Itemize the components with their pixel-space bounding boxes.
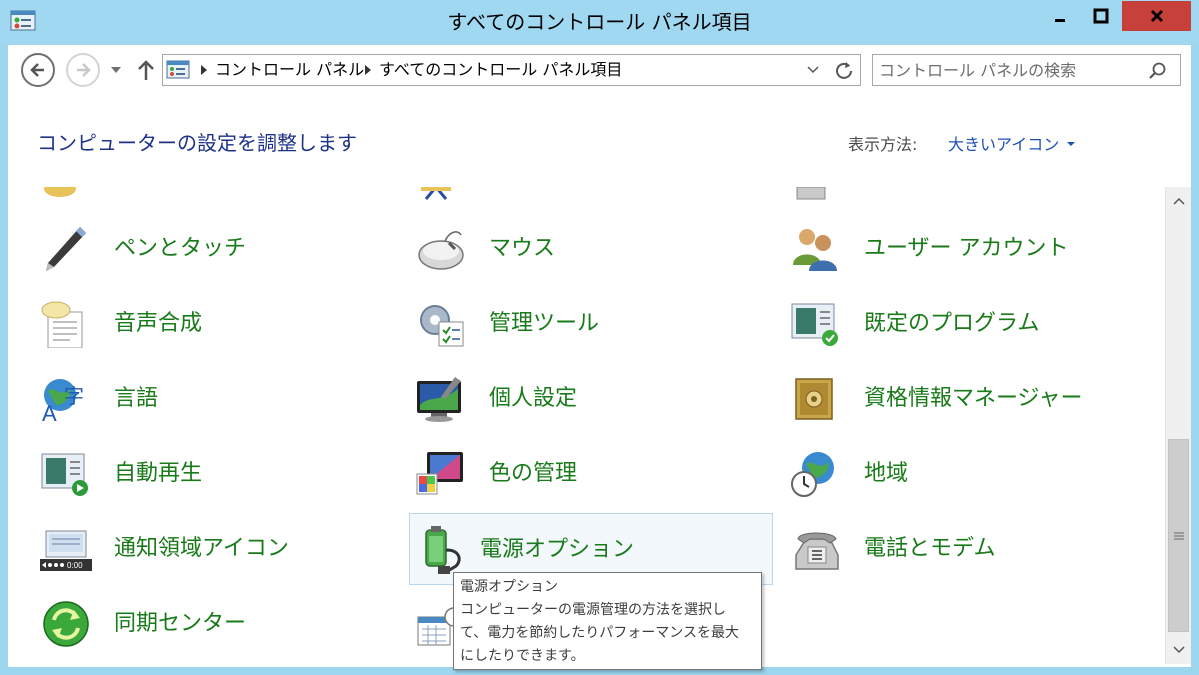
grip-icon <box>1173 532 1184 539</box>
arrow-right-icon <box>77 63 91 77</box>
cp-item-pen-and-touch[interactable]: ペンとタッチ <box>16 213 376 285</box>
cp-item-label[interactable]: 電話とモデム <box>864 513 996 585</box>
credential-manager-icon <box>795 378 833 420</box>
maximize-button[interactable] <box>1081 1 1121 31</box>
cp-item-default-programs[interactable]: 既定のプログラム <box>766 288 1126 360</box>
breadcrumb-separator-icon[interactable] <box>201 65 207 75</box>
cp-item-speech[interactable]: 音声合成 <box>16 288 376 360</box>
autoplay-icon <box>41 453 88 496</box>
partial-item-icon <box>796 187 826 200</box>
caret-down-icon[interactable] <box>1067 142 1076 146</box>
arrow-up-icon <box>138 60 154 80</box>
search-icon[interactable] <box>1148 61 1168 81</box>
tooltip-line: コンピューターの電源管理の方法を選択し <box>460 602 726 618</box>
cp-item-label[interactable]: 音声合成 <box>114 288 202 360</box>
personalization-icon <box>417 377 461 422</box>
breadcrumb-separator-icon[interactable] <box>365 65 371 75</box>
recent-locations-button[interactable] <box>108 61 124 79</box>
page-title: コンピューターの設定を調整します <box>37 131 357 155</box>
tooltip-line: て、電力を節約したりパフォーマンスを最大 <box>460 625 740 641</box>
cp-item-label[interactable]: 資格情報マネージャー <box>864 363 1082 435</box>
cp-item-label[interactable]: 言語 <box>114 363 158 435</box>
cp-item-label[interactable]: 個人設定 <box>489 363 577 435</box>
pen-icon <box>46 227 86 271</box>
cp-item-label[interactable]: 通知領域アイコン <box>114 513 289 585</box>
svg-text:0:00: 0:00 <box>67 561 83 570</box>
partial-item-icon <box>44 187 76 197</box>
power-options-icon <box>425 526 461 574</box>
minimize-icon <box>1055 19 1065 22</box>
cp-item-autoplay[interactable]: 自動再生 <box>16 438 376 510</box>
cp-item-label[interactable]: 地域 <box>864 438 908 510</box>
color-management-icon <box>416 452 463 495</box>
client-area: コントロール パネル すべてのコントロール パネル項目 コンピューターの設定を調… <box>8 45 1191 670</box>
cp-item-label[interactable]: ユーザー アカウント <box>864 213 1069 285</box>
search-box[interactable] <box>872 54 1181 86</box>
tooltip-title: 電源オプション <box>460 579 558 595</box>
scroll-up-button[interactable] <box>1166 187 1192 215</box>
forward-button[interactable] <box>66 53 100 87</box>
partial-item-icon <box>421 187 451 200</box>
tooltip: 電源オプション コンピューターの電源管理の方法を選択し て、電力を節約したりパフ… <box>453 572 762 670</box>
default-programs-icon <box>791 303 838 346</box>
breadcrumb-control-panel[interactable]: コントロール パネル <box>215 55 364 85</box>
scroll-down-button[interactable] <box>1166 636 1192 664</box>
arrow-left-icon <box>30 63 44 77</box>
mouse-icon <box>418 231 464 270</box>
view-by-value[interactable]: 大きいアイコン <box>948 131 1059 155</box>
cp-item-label[interactable]: 既定のプログラム <box>864 288 1039 360</box>
control-panel-icon <box>166 60 190 79</box>
svg-text:A: A <box>42 401 57 423</box>
cp-item-credential-manager[interactable]: 資格情報マネージャー <box>766 363 1126 435</box>
cp-item-phone-and-modem[interactable]: 電話とモデム <box>766 513 1126 585</box>
cp-item-label[interactable]: 管理ツール <box>489 288 599 360</box>
chevron-down-icon <box>111 67 121 73</box>
svg-text:字: 字 <box>64 384 84 408</box>
view-by-dropdown[interactable]: 大きいアイコン <box>948 131 1076 155</box>
cp-item-notification-area-icons[interactable]: 0:00 通知領域アイコン <box>16 513 376 585</box>
title-bar[interactable]: すべてのコントロール パネル項目 <box>0 0 1199 45</box>
cp-item-region[interactable]: 地域 <box>766 438 1126 510</box>
vertical-scrollbar[interactable] <box>1165 187 1191 664</box>
cp-item-mouse[interactable]: マウス <box>391 213 751 285</box>
address-bar[interactable]: コントロール パネル すべてのコントロール パネル項目 <box>162 54 861 86</box>
language-icon: A字 <box>42 379 84 423</box>
tooltip-line: にしたりできます。 <box>460 648 585 664</box>
minimize-button[interactable] <box>1040 1 1080 31</box>
region-icon <box>791 452 834 497</box>
breadcrumb-all-items[interactable]: すべてのコントロール パネル項目 <box>379 55 622 85</box>
users-icon <box>793 229 837 271</box>
window-title: すべてのコントロール パネル項目 <box>447 10 752 34</box>
cp-item-sync-center[interactable]: 同期センター <box>16 588 376 660</box>
cp-item-color-management[interactable]: 色の管理 <box>391 438 751 510</box>
sync-center-icon <box>43 601 89 647</box>
cp-item-user-accounts[interactable]: ユーザー アカウント <box>766 213 1126 285</box>
speech-icon <box>41 301 83 348</box>
maximize-icon <box>1093 8 1109 24</box>
scroll-thumb[interactable] <box>1168 439 1189 632</box>
chevron-down-icon[interactable] <box>805 62 821 78</box>
cp-item-label[interactable]: 自動再生 <box>114 438 202 510</box>
navigation-bar: コントロール パネル すべてのコントロール パネル項目 <box>8 45 1191 97</box>
admin-tools-icon <box>420 305 464 347</box>
up-button[interactable] <box>134 57 158 83</box>
cp-item-label[interactable]: ペンとタッチ <box>114 213 246 285</box>
notification-area-icon: 0:00 <box>40 530 92 571</box>
phone-modem-icon <box>795 532 839 570</box>
refresh-icon[interactable] <box>833 60 855 82</box>
view-by-label: 表示方法: <box>848 135 918 154</box>
cp-item-label[interactable]: マウス <box>489 213 555 285</box>
cp-item-label[interactable]: 色の管理 <box>489 438 577 510</box>
close-icon <box>1150 9 1163 23</box>
search-input[interactable] <box>879 58 1139 82</box>
cp-item-language[interactable]: A字 言語 <box>16 363 376 435</box>
close-button[interactable] <box>1122 1 1191 31</box>
cp-item-administrative-tools[interactable]: 管理ツール <box>391 288 751 360</box>
cp-item-personalization[interactable]: 個人設定 <box>391 363 751 435</box>
chevron-down-icon <box>1173 646 1185 654</box>
chevron-up-icon <box>1173 197 1185 205</box>
cp-item-label[interactable]: 同期センター <box>114 588 246 660</box>
back-button[interactable] <box>21 53 55 87</box>
window: すべてのコントロール パネル項目 コントロール パネル すべてのコントロール パ… <box>0 0 1199 675</box>
